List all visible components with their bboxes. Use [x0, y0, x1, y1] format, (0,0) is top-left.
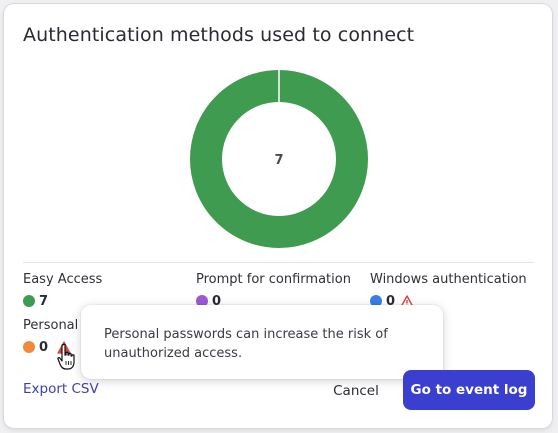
donut-center-label: 7 — [274, 153, 283, 168]
dialog: Authentication methods used to connect 7… — [4, 4, 552, 428]
legend-value: 0 — [39, 339, 49, 355]
legend-divider — [23, 262, 534, 263]
dialog-title: Authentication methods used to connect — [23, 24, 415, 46]
cancel-button[interactable]: Cancel — [320, 378, 392, 404]
legend-label: Easy Access — [23, 272, 103, 287]
tooltip-text: Personal passwords can increase the risk… — [104, 327, 388, 361]
legend-value: 7 — [39, 293, 49, 309]
legend-label: Windows authentication — [370, 272, 527, 287]
warning-tooltip: Personal passwords can increase the risk… — [81, 305, 443, 379]
legend-dot-green — [23, 295, 35, 307]
legend-item-windows-authentication: Windows authentication 0 — [370, 272, 527, 309]
legend-label: Prompt for confirmation — [196, 272, 351, 287]
legend-item-easy-access: Easy Access 7 — [23, 272, 102, 309]
legend-item-prompt-for-confirmation: Prompt for confirmation 0 — [196, 272, 351, 309]
export-csv-link[interactable]: Export CSV — [23, 381, 99, 397]
donut-chart: 7 — [190, 70, 368, 248]
legend-label: Personal — [23, 318, 79, 333]
go-to-event-log-button[interactable]: Go to event log — [403, 370, 535, 410]
hand-pointer-cursor-icon — [57, 343, 75, 370]
legend-dot-orange — [23, 341, 35, 353]
